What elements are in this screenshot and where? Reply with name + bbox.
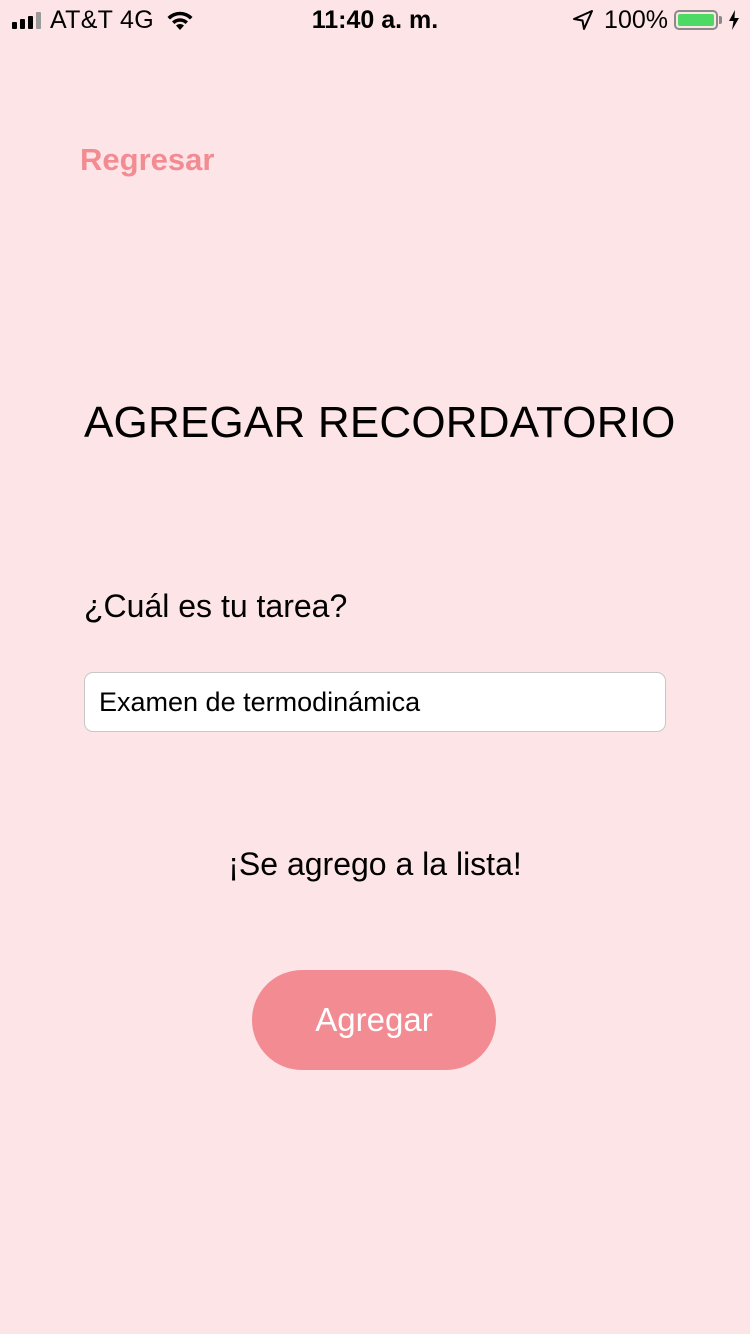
back-button[interactable]: Regresar: [80, 140, 214, 180]
page-title: AGREGAR RECORDATORIO: [84, 398, 676, 447]
charging-bolt-icon: [729, 10, 739, 30]
battery-fill: [678, 14, 714, 26]
location-arrow-icon: [573, 10, 594, 30]
battery-percent: 100%: [604, 5, 668, 34]
status-bar-right: 100%: [572, 6, 740, 34]
status-bar: AT&T 4G 11:40 a. m. 100%: [0, 0, 750, 40]
confirmation-message: ¡Se agrego a la lista!: [228, 846, 522, 882]
battery-icon: [674, 10, 718, 30]
add-button[interactable]: Agregar: [252, 970, 496, 1070]
battery-cap: [719, 16, 722, 24]
task-input[interactable]: [84, 672, 666, 732]
task-question-label: ¿Cuál es tu tarea?: [84, 588, 348, 624]
